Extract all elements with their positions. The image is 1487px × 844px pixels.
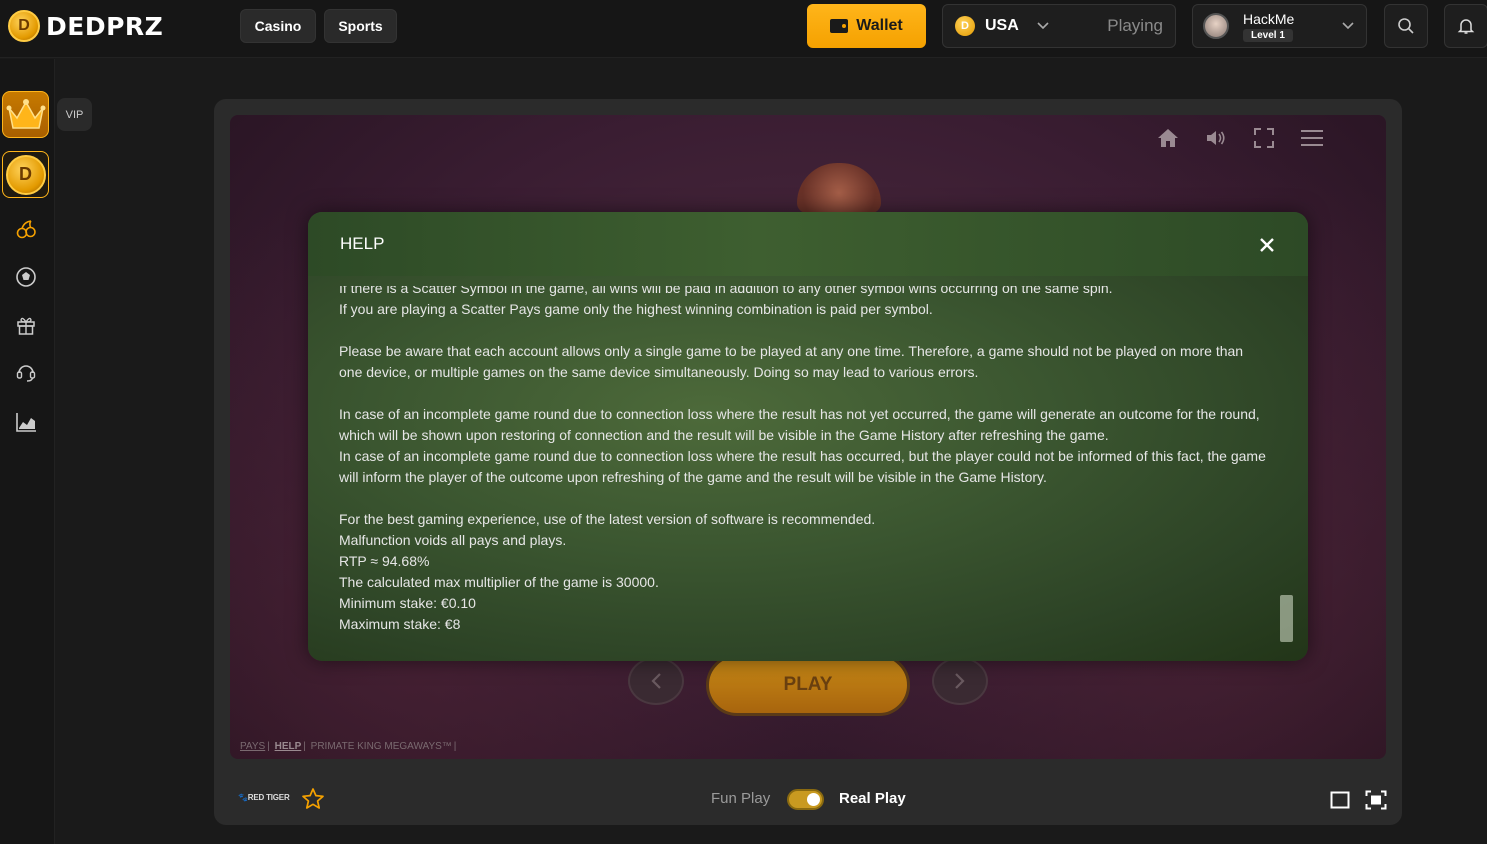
- separator: |: [453, 741, 457, 752]
- search-icon: [1398, 18, 1414, 34]
- username: HackMe: [1243, 10, 1295, 27]
- nav-casino-button[interactable]: Casino: [240, 9, 316, 43]
- hamburger-menu-icon: [1301, 130, 1323, 146]
- notifications-button[interactable]: [1444, 4, 1487, 48]
- chevron-right-icon: [955, 673, 965, 689]
- toggle-knob: [807, 793, 820, 806]
- help-paragraph: RTP ≈ 94.68%: [339, 553, 430, 569]
- currency-selector[interactable]: D USA Playing: [942, 4, 1176, 48]
- next-button[interactable]: [932, 657, 988, 705]
- close-button[interactable]: [1252, 230, 1282, 260]
- theater-mode-button[interactable]: [1364, 789, 1388, 811]
- search-button[interactable]: [1384, 4, 1428, 48]
- sidebar-coin-button[interactable]: D: [2, 151, 49, 198]
- help-header: HELP: [308, 212, 1308, 276]
- support-icon: [16, 365, 36, 382]
- sidebar-item-stats[interactable]: [13, 409, 39, 435]
- sidebar: D: [0, 59, 55, 844]
- close-icon: [1260, 238, 1274, 252]
- help-link[interactable]: HELP: [275, 741, 302, 752]
- sidebar-item-casino[interactable]: [13, 216, 39, 242]
- cherries-icon: [16, 220, 36, 239]
- wallet-button[interactable]: Wallet: [807, 4, 926, 48]
- user-menu[interactable]: HackMe Level 1: [1192, 4, 1367, 48]
- separator: |: [303, 741, 306, 752]
- star-icon: [302, 788, 324, 809]
- avatar: [1203, 13, 1229, 39]
- fun-play-label: Fun Play: [711, 790, 771, 807]
- bell-icon: [1457, 19, 1475, 34]
- help-paragraph: If there is a Scatter Symbol in the game…: [339, 286, 1113, 296]
- currency-coin-icon: D: [955, 16, 975, 36]
- help-paragraph: For the best gaming experience, use of t…: [339, 511, 876, 527]
- speaker-icon: [1207, 131, 1225, 145]
- sidebar-item-support[interactable]: [13, 359, 39, 385]
- help-paragraph: In case of an incomplete game round due …: [339, 406, 1260, 443]
- play-button[interactable]: PLAY: [706, 654, 910, 716]
- game-frame-footer: 🐾RED TIGER Fun Play Real Play: [214, 775, 1402, 825]
- help-paragraph: Maximum stake: €8: [339, 616, 461, 632]
- top-bar: D DEDPRZ Casino Sports Wallet D USA Play…: [0, 0, 1487, 58]
- logo-text: DEDPRZ: [46, 11, 164, 41]
- help-content[interactable]: If there is a Scatter Symbol in the game…: [339, 286, 1269, 646]
- sidebar-item-sports[interactable]: [13, 264, 39, 290]
- logo-coin-icon: D: [8, 10, 40, 42]
- vip-tooltip: VIP: [57, 98, 92, 131]
- crown-icon: [6, 98, 45, 129]
- help-paragraphs: If there is a Scatter Symbol in the game…: [339, 286, 1269, 635]
- game-name: PRIMATE KING MEGAWAYS™: [310, 741, 452, 752]
- currency-label: USA: [985, 17, 1019, 34]
- favorite-button[interactable]: [301, 787, 327, 813]
- sidebar-item-promotions[interactable]: [13, 312, 39, 338]
- fullscreen-icon: [1254, 128, 1274, 148]
- separator: |: [267, 741, 270, 752]
- level-badge: Level 1: [1243, 28, 1293, 42]
- help-paragraph: The calculated max multiplier of the gam…: [339, 574, 659, 590]
- real-play-label: Real Play: [839, 790, 906, 807]
- chevron-down-icon: [1037, 19, 1049, 33]
- user-info: HackMe Level 1: [1243, 11, 1294, 42]
- paw-icon: 🐾: [238, 793, 248, 802]
- coin-icon: D: [5, 154, 46, 195]
- soccer-ball-icon: [16, 267, 36, 287]
- provider-logo: 🐾RED TIGER: [238, 793, 290, 802]
- game-home-button[interactable]: [1154, 124, 1182, 152]
- logo[interactable]: D DEDPRZ: [8, 10, 163, 42]
- help-paragraph: In case of an incomplete game round due …: [339, 448, 1266, 485]
- wallet-label: Wallet: [856, 17, 903, 34]
- game-artwork: [797, 163, 881, 213]
- help-paragraph: Minimum stake: €0.10: [339, 595, 476, 611]
- wallet-icon: [830, 19, 849, 33]
- chart-icon: [16, 413, 36, 432]
- help-paragraph: Please be aware that each account allows…: [339, 343, 1244, 380]
- chevron-left-icon: [651, 673, 661, 689]
- help-title: HELP: [340, 234, 385, 253]
- scrollbar[interactable]: [1280, 595, 1293, 642]
- provider-name: RED TIGER: [247, 793, 290, 802]
- expand-icon: [1365, 790, 1387, 810]
- previous-button[interactable]: [628, 657, 684, 705]
- pays-link[interactable]: PAYS: [240, 741, 265, 752]
- game-footer-links: PAYS | HELP | PRIMATE KING MEGAWAYS™ |: [240, 741, 458, 752]
- window-mode-button[interactable]: [1328, 789, 1352, 811]
- square-icon: [1330, 791, 1350, 809]
- play-mode-toggle[interactable]: [787, 789, 824, 810]
- nav-sports-button[interactable]: Sports: [324, 9, 397, 43]
- help-dialog: HELP If there is a Scatter Symbol in the…: [308, 212, 1308, 661]
- help-paragraph: Malfunction voids all pays and plays.: [339, 532, 567, 548]
- help-paragraph: If you are playing a Scatter Pays game o…: [339, 301, 933, 317]
- game-fullscreen-button[interactable]: [1250, 124, 1278, 152]
- gift-icon: [17, 317, 35, 335]
- game-sound-button[interactable]: [1202, 124, 1230, 152]
- chevron-down-icon: [1342, 19, 1354, 33]
- home-icon: [1158, 129, 1178, 147]
- playing-status: Playing: [1107, 16, 1163, 35]
- game-menu-button[interactable]: [1298, 124, 1326, 152]
- sidebar-vip-button[interactable]: [2, 91, 49, 138]
